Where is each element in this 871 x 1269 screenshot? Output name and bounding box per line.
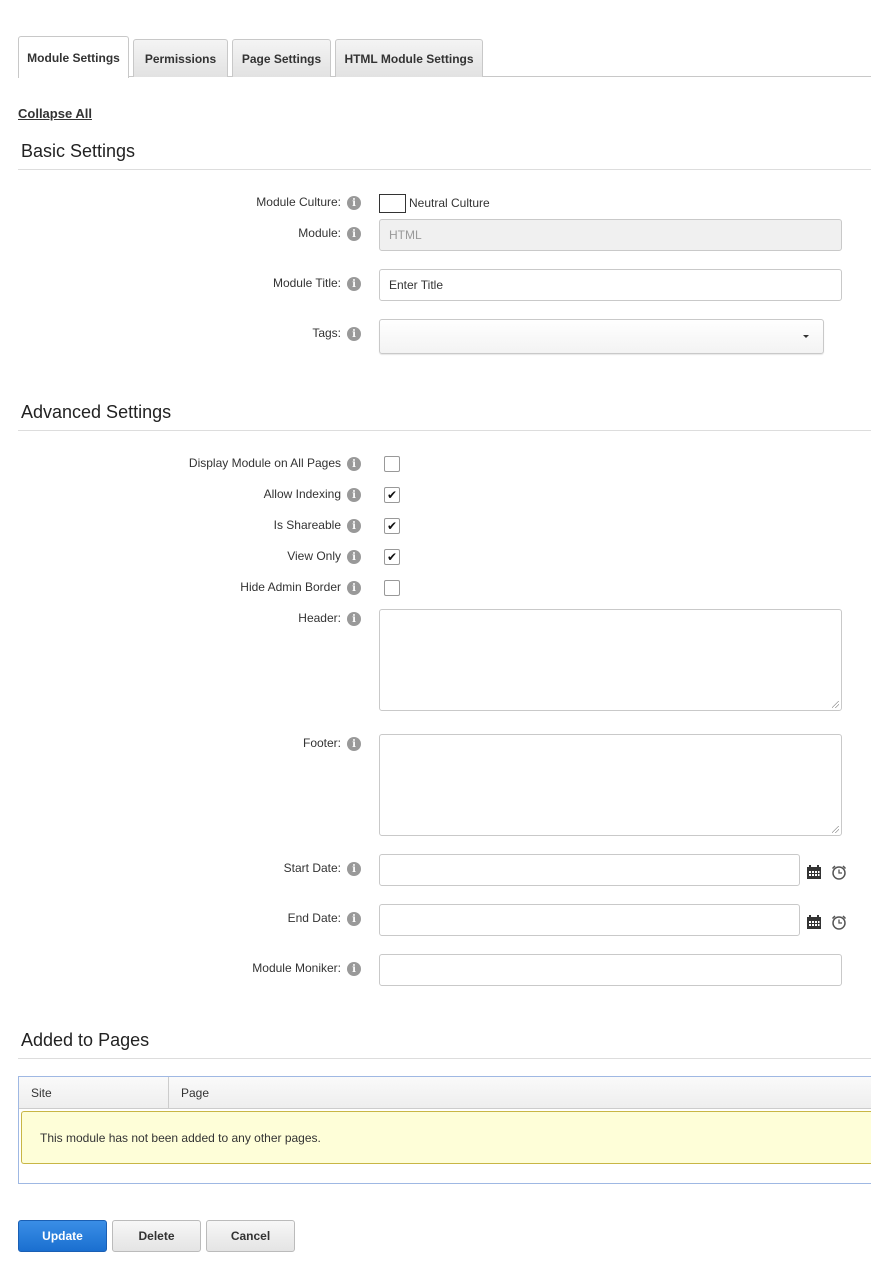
tab-html-module-settings[interactable]: HTML Module Settings: [335, 39, 483, 77]
info-icon[interactable]: i: [347, 196, 361, 210]
tags-label: Tags:: [312, 326, 341, 340]
module-field: HTML: [379, 219, 842, 251]
check-icon: ✔: [386, 550, 398, 564]
footer-textarea[interactable]: [379, 734, 842, 836]
header-label: Header:: [298, 611, 341, 625]
collapse-all-link[interactable]: Collapse All: [18, 106, 92, 121]
added-to-pages-heading[interactable]: Added to Pages: [21, 1030, 149, 1051]
allow-indexing-label: Allow Indexing: [263, 487, 341, 501]
tab-page-settings[interactable]: Page Settings: [232, 39, 331, 77]
tab-bar: Module Settings Permissions Page Setting…: [18, 36, 871, 78]
module-title-label: Module Title:: [272, 276, 341, 290]
calendar-icon[interactable]: [806, 914, 822, 930]
resize-handle-icon[interactable]: [832, 826, 839, 833]
start-date-input[interactable]: [379, 854, 800, 886]
clock-icon[interactable]: [831, 914, 847, 930]
end-date-label: End Date:: [287, 911, 341, 925]
module-culture-label: Module Culture:: [256, 195, 341, 209]
culture-flag: [379, 194, 406, 213]
start-date-label: Start Date:: [283, 861, 341, 875]
delete-button[interactable]: Delete: [112, 1220, 201, 1252]
calendar-icon[interactable]: [806, 864, 822, 880]
info-icon[interactable]: i: [347, 327, 361, 341]
tags-select[interactable]: [379, 319, 824, 354]
info-icon[interactable]: i: [347, 519, 361, 533]
info-icon[interactable]: i: [347, 612, 361, 626]
display-on-all-pages-label: Display Module on All Pages: [188, 456, 341, 470]
is-shareable-checkbox[interactable]: ✔: [384, 518, 400, 534]
hide-admin-border-checkbox[interactable]: [384, 580, 400, 596]
module-culture-value: Neutral Culture: [409, 196, 490, 210]
tab-module-settings[interactable]: Module Settings: [18, 36, 129, 78]
check-icon: ✔: [386, 488, 398, 502]
info-icon[interactable]: i: [347, 488, 361, 502]
info-icon[interactable]: i: [347, 912, 361, 926]
info-icon[interactable]: i: [347, 862, 361, 876]
grid-header: Site Page: [19, 1077, 871, 1109]
is-shareable-label: Is Shareable: [273, 518, 341, 532]
display-on-all-pages-checkbox[interactable]: [384, 456, 400, 472]
view-only-label: View Only: [287, 549, 341, 563]
divider: [18, 1058, 871, 1059]
footer-label: Footer:: [302, 736, 341, 750]
allow-indexing-checkbox[interactable]: ✔: [384, 487, 400, 503]
resize-handle-icon[interactable]: [832, 701, 839, 708]
header-textarea[interactable]: [379, 609, 842, 711]
column-header-site[interactable]: Site: [19, 1077, 169, 1109]
update-button[interactable]: Update: [18, 1220, 107, 1252]
column-header-page[interactable]: Page: [169, 1077, 871, 1109]
info-icon[interactable]: i: [347, 581, 361, 595]
divider: [18, 430, 871, 431]
chevron-down-icon: [803, 335, 809, 338]
info-icon[interactable]: i: [347, 550, 361, 564]
pages-grid: Site Page This module has not been added…: [18, 1076, 871, 1184]
info-icon[interactable]: i: [347, 277, 361, 291]
hide-admin-border-label: Hide Admin Border: [240, 580, 341, 594]
info-icon[interactable]: i: [347, 227, 361, 241]
info-icon[interactable]: i: [347, 962, 361, 976]
empty-message: This module has not been added to any ot…: [21, 1111, 871, 1164]
advanced-settings-heading[interactable]: Advanced Settings: [21, 402, 171, 423]
basic-settings-heading[interactable]: Basic Settings: [21, 141, 135, 162]
module-moniker-label: Module Moniker:: [252, 961, 341, 975]
module-title-input[interactable]: Enter Title: [379, 269, 842, 301]
module-moniker-input[interactable]: [379, 954, 842, 986]
check-icon: ✔: [386, 519, 398, 533]
cancel-button[interactable]: Cancel: [206, 1220, 295, 1252]
end-date-input[interactable]: [379, 904, 800, 936]
view-only-checkbox[interactable]: ✔: [384, 549, 400, 565]
module-label: Module:: [298, 226, 341, 240]
tab-permissions[interactable]: Permissions: [133, 39, 228, 77]
info-icon[interactable]: i: [347, 457, 361, 471]
clock-icon[interactable]: [831, 864, 847, 880]
divider: [18, 169, 871, 170]
info-icon[interactable]: i: [347, 737, 361, 751]
